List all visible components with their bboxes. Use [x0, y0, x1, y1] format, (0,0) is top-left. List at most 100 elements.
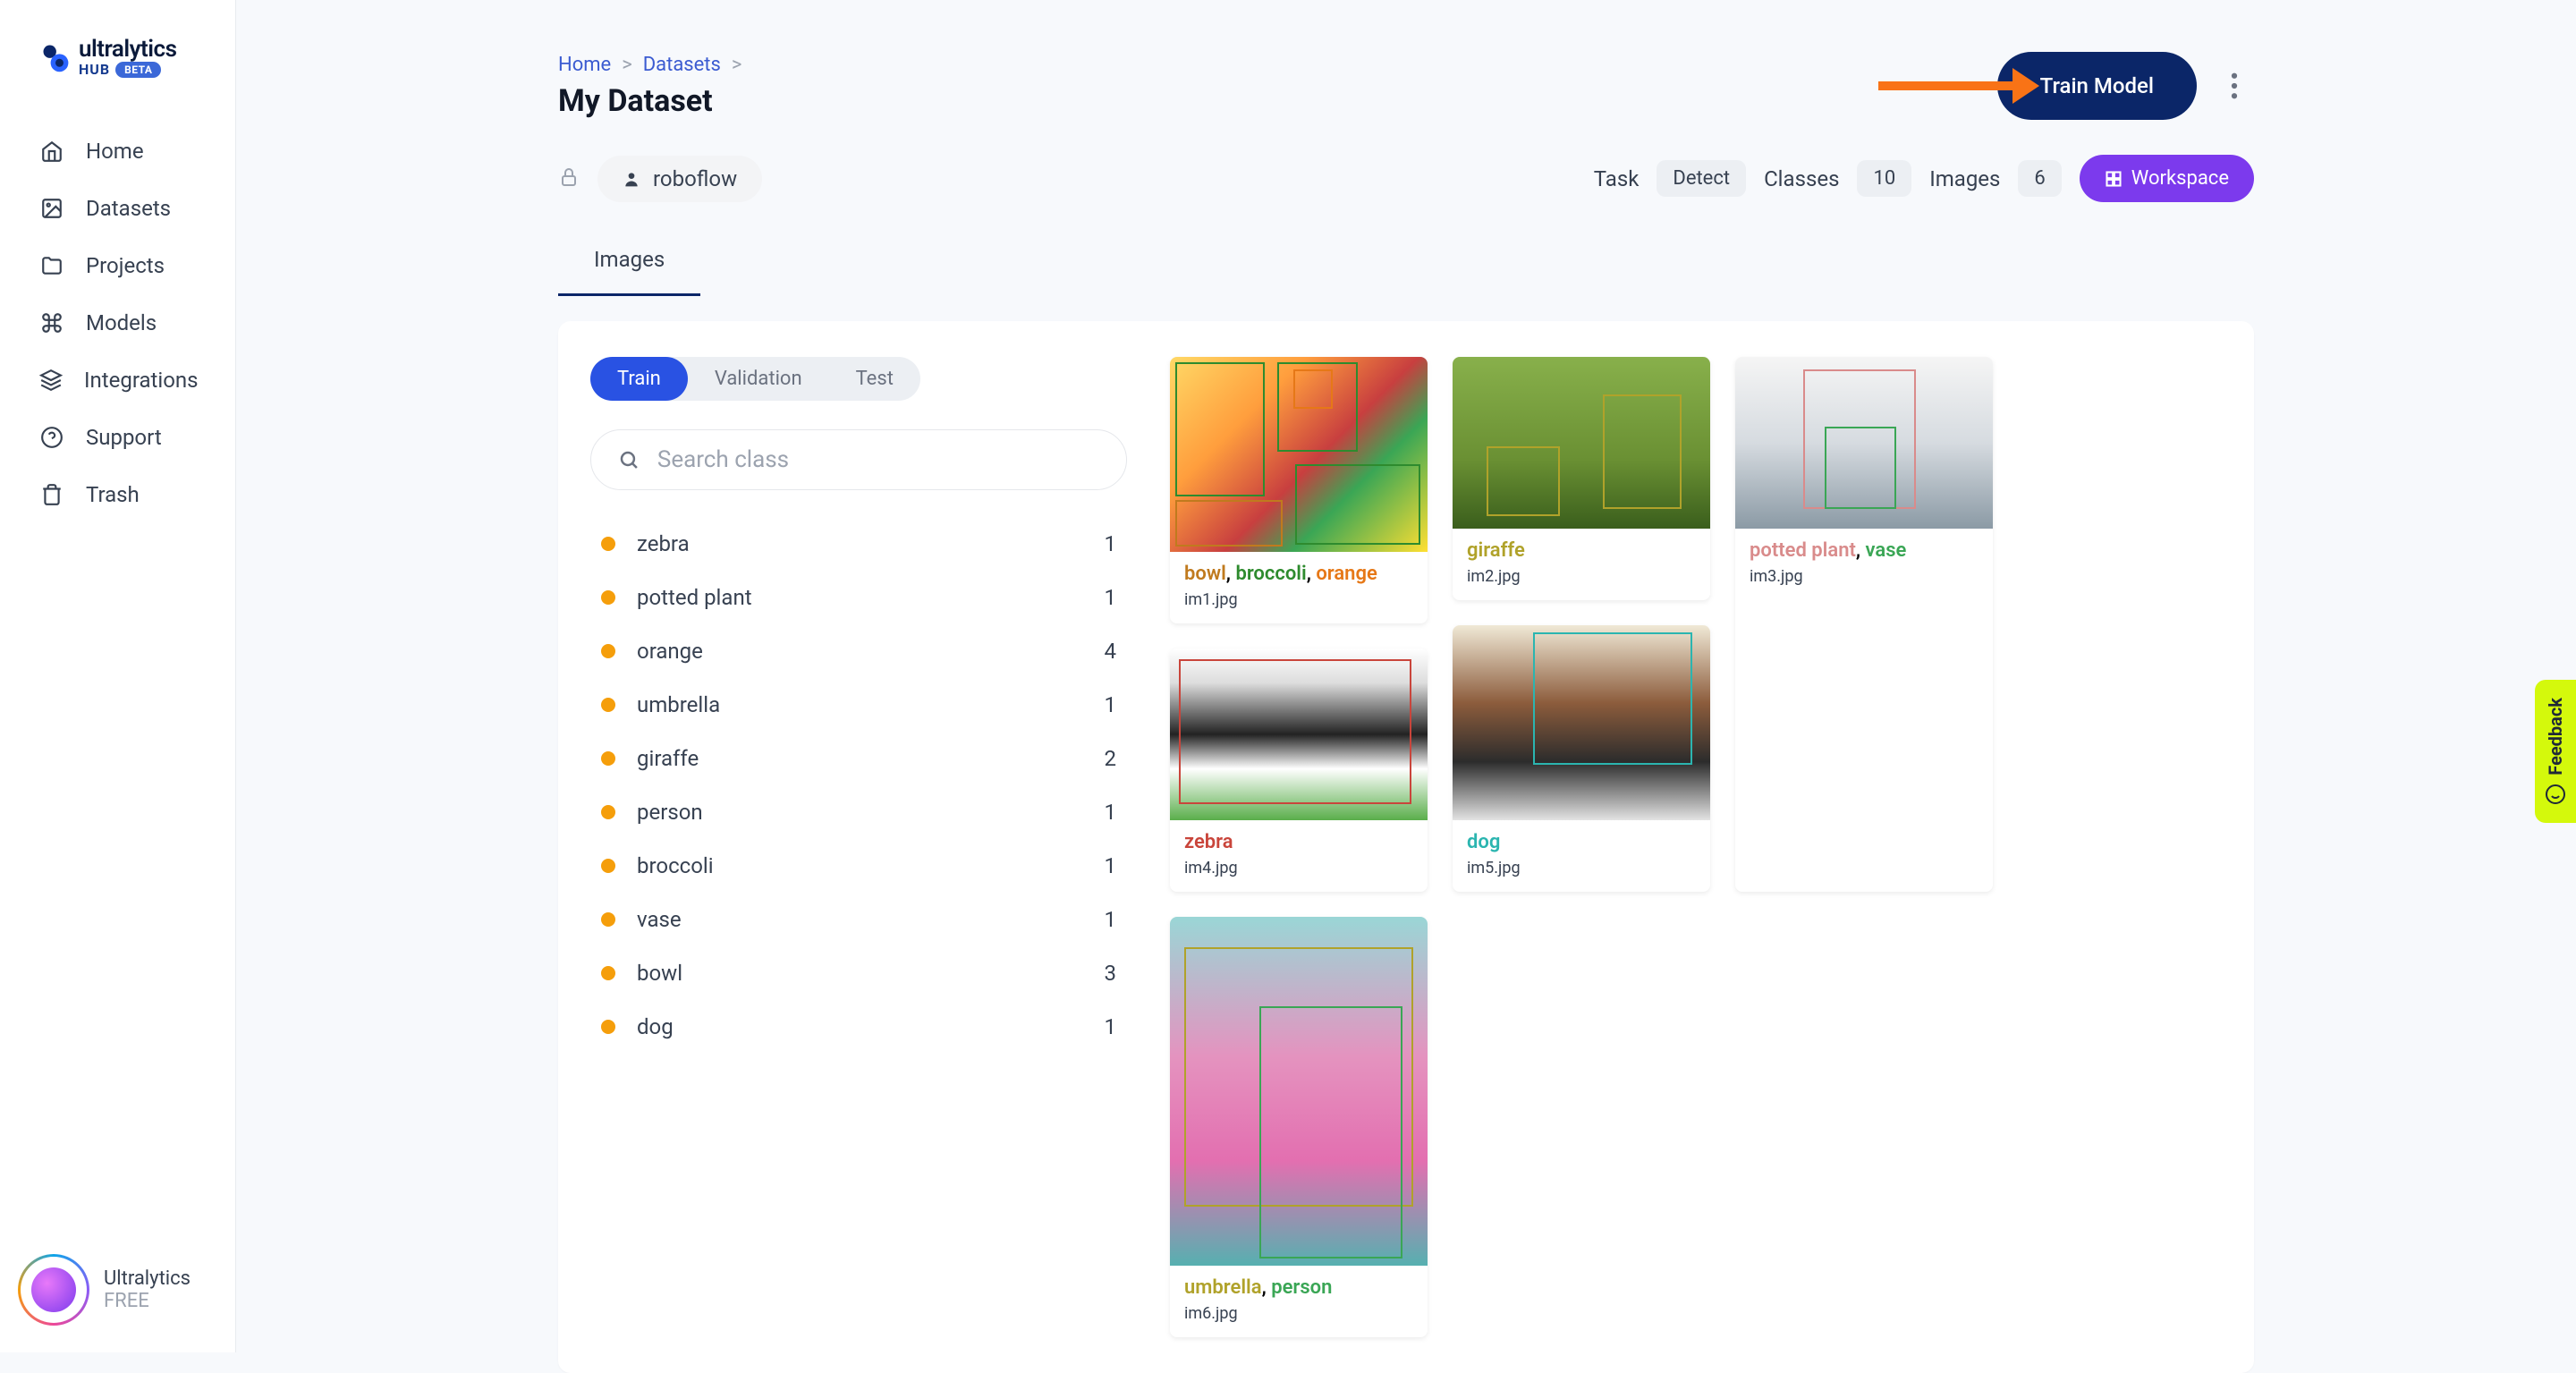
task-value: Detect	[1657, 160, 1746, 197]
image-labels: giraffe	[1467, 539, 1696, 562]
sidebar-item-trash[interactable]: Trash	[0, 466, 235, 523]
class-item[interactable]: person1	[590, 785, 1127, 839]
sidebar-item-models[interactable]: Models	[0, 294, 235, 352]
home-icon	[39, 139, 64, 164]
workspace-label: Workspace	[2131, 167, 2229, 190]
chevron-right-icon: >	[732, 54, 742, 76]
breadcrumb-home[interactable]: Home	[558, 54, 611, 76]
search-box[interactable]	[590, 429, 1127, 490]
dots-vertical-icon	[2231, 72, 2238, 99]
feedback-tab[interactable]: Feedback	[2535, 680, 2576, 823]
image-labels: potted plant, vase	[1750, 539, 1979, 562]
class-item[interactable]: dog1	[590, 1000, 1127, 1054]
class-item[interactable]: orange4	[590, 624, 1127, 678]
logo-icon	[39, 41, 72, 73]
class-item[interactable]: giraffe2	[590, 732, 1127, 785]
search-input[interactable]	[657, 446, 1099, 473]
class-item[interactable]: potted plant1	[590, 571, 1127, 624]
class-dot-icon	[601, 644, 615, 658]
nav-label: Datasets	[86, 196, 171, 221]
image-thumbnail	[1735, 357, 1993, 529]
class-item[interactable]: vase1	[590, 893, 1127, 946]
class-item[interactable]: broccoli1	[590, 839, 1127, 893]
left-panel: Train Validation Test zebra1 potted plan…	[590, 357, 1127, 1337]
image-thumbnail	[1453, 357, 1710, 529]
class-dot-icon	[601, 805, 615, 819]
bbox	[1293, 369, 1333, 409]
command-icon	[39, 310, 64, 335]
sidebar-footer[interactable]: Ultralytics FREE	[0, 1227, 235, 1352]
meta-row: roboflow Task Detect Classes 10 Images 6…	[558, 155, 2254, 202]
class-dot-icon	[601, 590, 615, 605]
tab-images[interactable]: Images	[558, 233, 700, 296]
images-value: 6	[2018, 160, 2061, 197]
sidebar-item-projects[interactable]: Projects	[0, 237, 235, 294]
class-dot-icon	[601, 859, 615, 873]
nav-label: Integrations	[84, 368, 199, 393]
image-labels: umbrella, person	[1184, 1276, 1413, 1299]
smile-icon	[2545, 784, 2566, 805]
logo[interactable]: ultralytics HUB BETA	[39, 36, 208, 78]
image-card[interactable]: giraffe im2.jpg	[1453, 357, 1710, 600]
image-card[interactable]: bowl, broccoli, orange im1.jpg	[1170, 357, 1428, 623]
nav-label: Projects	[86, 253, 165, 278]
image-filename: im2.jpg	[1467, 567, 1696, 586]
user-icon	[623, 170, 640, 188]
footer-plan: FREE	[104, 1290, 191, 1312]
bbox	[1179, 659, 1411, 804]
image-filename: im6.jpg	[1184, 1304, 1413, 1323]
sidebar-item-datasets[interactable]: Datasets	[0, 180, 235, 237]
nav-label: Trash	[86, 482, 140, 507]
sidebar-item-integrations[interactable]: Integrations	[0, 352, 235, 409]
image-card[interactable]: dog im5.jpg	[1453, 625, 1710, 892]
bbox	[1295, 464, 1420, 545]
split-validation[interactable]: Validation	[688, 357, 829, 401]
breadcrumb-datasets[interactable]: Datasets	[643, 54, 721, 76]
image-card[interactable]: zebra im4.jpg	[1170, 648, 1428, 892]
lock-icon	[558, 166, 580, 191]
image-labels: bowl, broccoli, orange	[1184, 563, 1413, 585]
workspace-button[interactable]: Workspace	[2080, 155, 2254, 202]
task-label: Task	[1594, 166, 1640, 191]
sidebar-item-support[interactable]: Support	[0, 409, 235, 466]
sidebar-item-home[interactable]: Home	[0, 123, 235, 180]
class-dot-icon	[601, 912, 615, 927]
bbox	[1175, 362, 1265, 496]
image-icon	[39, 196, 64, 221]
tab-row: Images	[558, 233, 2254, 296]
split-test[interactable]: Test	[829, 357, 920, 401]
main: Home > Datasets > My Dataset Train Model…	[236, 0, 2576, 1352]
class-item[interactable]: umbrella1	[590, 678, 1127, 732]
workspace-icon	[2105, 170, 2123, 188]
image-thumbnail	[1453, 625, 1710, 820]
image-filename: im4.jpg	[1184, 859, 1413, 877]
chevron-right-icon: >	[622, 54, 632, 76]
more-options-button[interactable]	[2215, 66, 2254, 106]
nav-label: Support	[86, 425, 162, 450]
nav-list: Home Datasets Projects Models Integratio…	[0, 105, 235, 541]
image-labels: zebra	[1184, 831, 1413, 853]
class-item[interactable]: bowl3	[590, 946, 1127, 1000]
bbox	[1603, 394, 1682, 509]
sidebar: ultralytics HUB BETA Home Datasets Proje…	[0, 0, 236, 1352]
split-selector: Train Validation Test	[590, 357, 920, 401]
class-item[interactable]: zebra1	[590, 517, 1127, 571]
class-dot-icon	[601, 966, 615, 980]
nav-label: Models	[86, 310, 157, 335]
image-grid: bowl, broccoli, orange im1.jpg zebra im4…	[1170, 357, 2222, 1337]
bbox	[1487, 446, 1560, 516]
bbox	[1825, 427, 1896, 509]
image-card[interactable]: potted plant, vase im3.jpg	[1735, 357, 1993, 892]
image-card[interactable]: umbrella, person im6.jpg	[1170, 917, 1428, 1337]
brand-name: ultralytics	[79, 36, 176, 63]
image-thumbnail	[1170, 917, 1428, 1266]
classes-label: Classes	[1764, 166, 1839, 191]
logo-area: ultralytics HUB BETA	[0, 0, 235, 105]
search-icon	[618, 448, 640, 471]
classes-value: 10	[1857, 160, 1911, 197]
brand-sub: HUB	[79, 61, 110, 78]
owner-pill[interactable]: roboflow	[597, 156, 762, 202]
beta-badge: BETA	[115, 62, 161, 78]
bbox	[1259, 1006, 1402, 1259]
split-train[interactable]: Train	[590, 357, 688, 401]
